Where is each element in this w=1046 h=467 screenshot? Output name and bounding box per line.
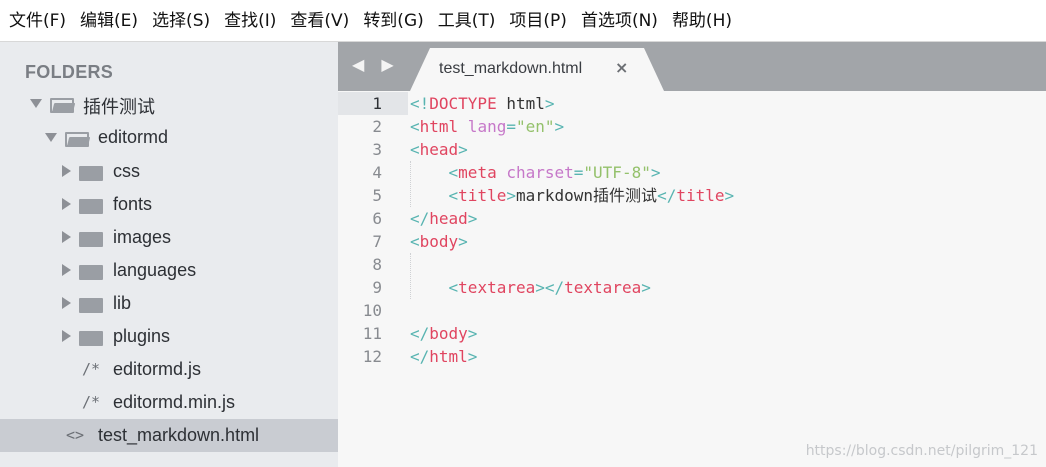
code-line-2[interactable]: <html lang="en"> [410,115,564,138]
expand-arrow-icon[interactable] [30,99,42,108]
collapse-arrow-icon[interactable] [62,297,71,309]
line-number: 8 [372,255,382,274]
tab-test-markdown[interactable]: test_markdown.html × [410,48,664,91]
folder-icon [79,262,103,280]
menu-find[interactable]: 查找(I) [217,0,283,42]
line-number: 6 [372,209,382,228]
expand-arrow-icon[interactable] [45,133,57,142]
menu-view[interactable]: 查看(V) [283,0,356,42]
tab-bar: ◀ ▶ test_markdown.html × [338,42,1046,91]
close-icon[interactable]: × [615,58,628,77]
collapse-arrow-icon[interactable] [62,231,71,243]
tree-item-label: 插件测试 [83,97,155,117]
tree-item-folder[interactable]: languages [0,254,338,287]
folder-icon [79,229,103,247]
line-number: 11 [362,324,382,343]
line-number: 2 [372,117,382,136]
line-number-gutter: 1 2 3 4 5 6 7 8 9 10 11 12 [338,91,394,467]
tree-item-editormd[interactable]: editormd [0,121,338,154]
editor-pane: ◀ ▶ test_markdown.html × 1 2 3 4 5 6 7 8… [338,42,1046,467]
tree-item-folder[interactable]: images [0,221,338,254]
tree-item-label: test_markdown.html [98,425,260,445]
tree-item-file[interactable]: /* editormd.js [0,353,338,386]
code-line-9[interactable]: <textarea></textarea> [410,276,651,299]
menu-edit[interactable]: 编辑(E) [73,0,145,42]
tab-title: test_markdown.html [439,60,583,77]
tab-nav-arrows-icon[interactable]: ◀ ▶ [352,55,400,74]
line-number: 9 [372,278,382,297]
menu-selection[interactable]: 选择(S) [145,0,217,42]
tree-item-folder[interactable]: fonts [0,188,338,221]
folder-icon [79,163,103,181]
collapse-arrow-icon[interactable] [62,264,71,276]
menu-help[interactable]: 帮助(H) [665,0,739,42]
sidebar: FOLDERS 插件测试 editormd css fonts images l… [0,42,338,467]
line-number: 7 [372,232,382,251]
tree-item-folder[interactable]: lib [0,287,338,320]
collapse-arrow-icon[interactable] [62,198,71,210]
tree-item-label: images [113,227,172,247]
tree-item-folder[interactable]: plugins [0,320,338,353]
collapse-arrow-icon[interactable] [62,330,71,342]
tree-item-label: fonts [113,194,153,214]
menu-goto[interactable]: 转到(G) [356,0,430,42]
tree-item-folder[interactable]: css [0,155,338,188]
line-number: 12 [362,347,382,366]
line-number: 1 [372,94,382,113]
tree-item-label: editormd.js [113,359,202,379]
tree-item-label: css [113,161,140,181]
tree-item-file[interactable]: /* editormd.min.js [0,386,338,419]
code-line-11[interactable]: </body> [410,322,477,345]
code-line-5[interactable]: <title>markdown插件测试</title> [410,184,735,207]
tree-item-label: plugins [113,326,171,346]
code-line-1[interactable]: <!DOCTYPE html> [410,92,555,115]
line-number: 3 [372,140,382,159]
code-line-3[interactable]: <head> [410,138,468,161]
code-line-6[interactable]: </head> [410,207,477,230]
folder-icon [79,328,103,346]
tree-item-label: editormd.min.js [113,392,236,412]
open-folder-icon [50,95,76,113]
folder-icon [79,295,103,313]
menu-tools[interactable]: 工具(T) [431,0,503,42]
tree-item-file-selected[interactable]: <> test_markdown.html [0,419,338,452]
line-number: 5 [372,186,382,205]
code-line-4[interactable]: <meta charset="UTF-8"> [410,161,661,184]
line-number: 4 [372,163,382,182]
code-line-7[interactable]: <body> [410,230,468,253]
folders-header: FOLDERS [25,62,114,82]
tree-item-label: languages [113,260,197,280]
tree-item-root-folder[interactable]: 插件测试 [0,87,338,120]
folder-icon [79,196,103,214]
menu-file[interactable]: 文件(F) [2,0,73,42]
watermark: https://blog.csdn.net/pilgrim_121 [805,443,1038,459]
menu-project[interactable]: 项目(P) [502,0,574,42]
collapse-arrow-icon[interactable] [62,165,71,177]
tree-item-label: editormd [98,127,169,147]
js-file-icon: /* [82,360,101,378]
code-line-12[interactable]: </html> [410,345,477,368]
html-file-icon: <> [66,426,85,444]
menu-preferences[interactable]: 首选项(N) [574,0,665,42]
js-file-icon: /* [82,393,101,411]
line-number: 10 [362,301,382,320]
open-folder-icon [65,129,91,147]
tree-item-label: lib [113,293,132,313]
menu-bar: 文件(F) 编辑(E) 选择(S) 查找(I) 查看(V) 转到(G) 工具(T… [0,0,1046,42]
